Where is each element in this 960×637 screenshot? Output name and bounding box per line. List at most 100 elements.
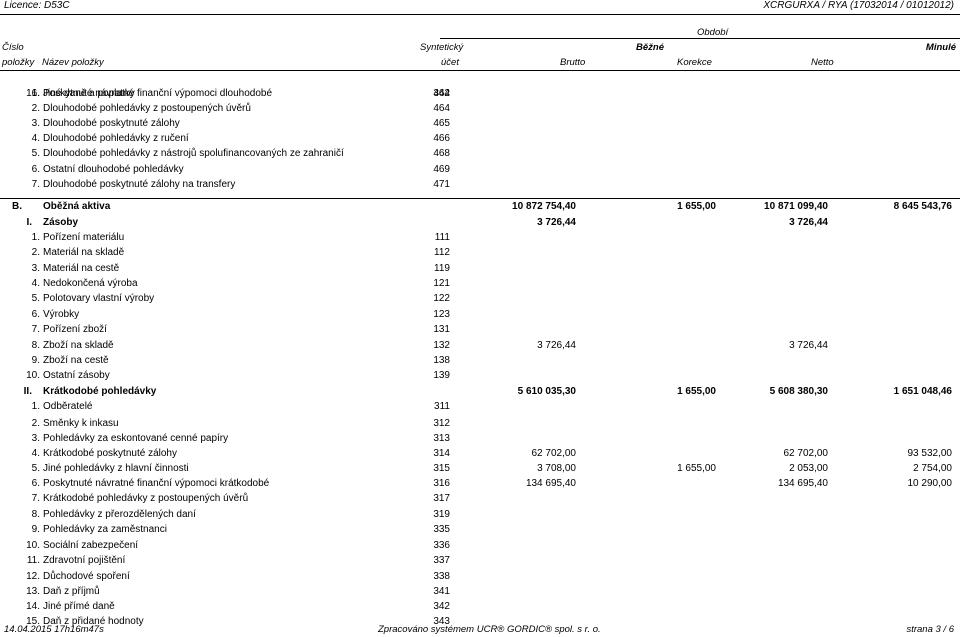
row-number: 4. bbox=[31, 278, 40, 289]
row-label: Zdravotní pojištění bbox=[43, 555, 126, 566]
row-label: Zásoby bbox=[43, 217, 79, 228]
row-label: Pohledávky za eskontované cenné papíry bbox=[43, 433, 229, 444]
row-account: 344 bbox=[433, 88, 450, 99]
row-account: 138 bbox=[433, 355, 450, 366]
row-number: 1. bbox=[31, 232, 40, 243]
row-number: 6. bbox=[31, 164, 40, 175]
row-label: Dlouhodobé pohledávky z postoupených úvě… bbox=[43, 103, 251, 114]
row-label: Ostatní dlouhodobé pohledávky bbox=[43, 164, 184, 175]
row-account: 319 bbox=[433, 509, 450, 520]
row-label: Pohledávky z přerozdělených daní bbox=[43, 509, 196, 520]
row-number: 3. bbox=[31, 118, 40, 129]
table-row: 6. Poskytnuté návratné finanční výpomoci … bbox=[0, 476, 960, 491]
row-account: 312 bbox=[433, 418, 450, 429]
row-label: Dlouhodobé poskytnuté zálohy na transfer… bbox=[43, 179, 236, 190]
table-row: 10. Sociální zabezpečení 336 bbox=[0, 538, 960, 553]
report-id: XCRGURXA / RYA (17032014 / 01012012) bbox=[763, 0, 954, 11]
row-brutto: 134 695,40 bbox=[525, 478, 576, 489]
row-label: Oběžná aktiva bbox=[43, 201, 111, 212]
row-korekce: 1 655,00 bbox=[677, 463, 716, 474]
table-row: 5. Dlouhodobé pohledávky z nástrojů spolu… bbox=[0, 146, 960, 161]
table-row: 3. Materiál na cestě 119 bbox=[0, 261, 960, 276]
row-account: 471 bbox=[433, 179, 450, 190]
row-number: 14. bbox=[26, 601, 40, 612]
row-label: Materiál na cestě bbox=[43, 263, 120, 274]
column-header: Období Číslo Syntetický Běžné Minulé pol… bbox=[0, 22, 960, 71]
table-row: 7. Pořízení zboží 131 bbox=[0, 322, 960, 337]
row-number: 3. bbox=[31, 433, 40, 444]
table-row: 8. Zboží na skladě 132 3 726,44 3 726,44 bbox=[0, 338, 960, 353]
col-brutto: Brutto bbox=[560, 57, 586, 68]
col-polozky: položky bbox=[2, 57, 35, 68]
row-account: 119 bbox=[434, 263, 450, 274]
report-header: Licence: D53C XCRGURXA / RYA (17032014 /… bbox=[0, 0, 960, 15]
row-netto: 10 871 099,40 bbox=[764, 201, 828, 212]
table-row: II. Krátkodobé pohledávky 5 610 035,30 1 65… bbox=[0, 384, 960, 399]
row-number: II. bbox=[23, 386, 32, 397]
row-number: 11. bbox=[26, 555, 40, 566]
row-brutto: 3 726,44 bbox=[537, 340, 576, 351]
row-number: 8. bbox=[31, 340, 40, 351]
col-korekce: Korekce bbox=[677, 57, 712, 68]
row-label: Krátkodobé pohledávky bbox=[43, 386, 157, 397]
header-divider bbox=[440, 38, 960, 39]
col-obdobi: Období bbox=[697, 27, 729, 38]
row-number: 13. bbox=[26, 586, 40, 597]
col-minule: Minulé bbox=[925, 42, 956, 53]
table-row: 8. Pohledávky z přerozdělených daní 319 bbox=[0, 507, 960, 522]
licence-label: Licence: D53C bbox=[4, 0, 70, 11]
row-label: Jiné daně a poplatky bbox=[43, 88, 135, 99]
row-number: B. bbox=[12, 201, 22, 212]
row-korekce: 1 655,00 bbox=[677, 201, 716, 212]
row-label: Zboží na skladě bbox=[43, 340, 114, 351]
row-number: 2. bbox=[31, 418, 40, 429]
col-nazev: Název položky bbox=[42, 57, 104, 68]
row-account: 122 bbox=[433, 293, 450, 304]
row-number: 7. bbox=[31, 179, 40, 190]
row-netto: 62 702,00 bbox=[783, 448, 829, 459]
table-row: 2. Materiál na skladě 112 bbox=[0, 245, 960, 260]
section-divider bbox=[0, 198, 960, 199]
row-account: 469 bbox=[433, 164, 450, 175]
row-account: 338 bbox=[433, 571, 450, 582]
table-row: 6. Výrobky 123 bbox=[0, 307, 960, 322]
row-number: 2. bbox=[31, 103, 40, 114]
row-korekce: 1 655,00 bbox=[677, 386, 716, 397]
row-minule: 1 651 048,46 bbox=[893, 386, 952, 397]
row-number: 9. bbox=[31, 524, 40, 535]
table-row: 11. Zdravotní pojištění 337 bbox=[0, 553, 960, 568]
row-label: Krátkodobé pohledávky z postoupených úvě… bbox=[43, 493, 249, 504]
row-account: 314 bbox=[433, 448, 450, 459]
row-number: 5. bbox=[31, 293, 40, 304]
table-row: 14. Jiné přímé daně 342 bbox=[0, 599, 960, 614]
table-row: 7. Krátkodobé pohledávky z postoupených ú… bbox=[0, 491, 960, 506]
table-row: 6. Ostatní dlouhodobé pohledávky 469 bbox=[0, 162, 960, 177]
row-number: 2. bbox=[31, 247, 40, 258]
col-cislo: Číslo bbox=[2, 42, 24, 53]
row-account: 132 bbox=[433, 340, 450, 351]
footer-page: strana 3 / 6 bbox=[906, 624, 954, 635]
table-row: 4. Dlouhodobé pohledávky z ručení 466 bbox=[0, 131, 960, 146]
row-account: 466 bbox=[433, 133, 450, 144]
row-number: 4. bbox=[31, 448, 40, 459]
table-row: 16. Jiné daně a poplatky 344 bbox=[0, 86, 960, 101]
table-row: 9. Zboží na cestě 138 bbox=[0, 353, 960, 368]
table-row: 12. Důchodové spoření 338 bbox=[0, 569, 960, 584]
row-account: 335 bbox=[433, 524, 450, 535]
row-label: Odběratelé bbox=[43, 401, 93, 412]
table-row: 7. Dlouhodobé poskytnuté zálohy na transf… bbox=[0, 177, 960, 192]
col-bezne: Běžné bbox=[636, 42, 664, 53]
row-minule: 2 754,00 bbox=[913, 463, 952, 474]
row-account: 123 bbox=[433, 309, 450, 320]
col-synteticky: Syntetický bbox=[420, 42, 464, 53]
row-label: Nedokončená výroba bbox=[43, 278, 138, 289]
row-number: 5. bbox=[31, 463, 40, 474]
row-account: 468 bbox=[433, 148, 450, 159]
row-brutto: 3 726,44 bbox=[537, 217, 576, 228]
row-label: Daň z příjmů bbox=[43, 586, 100, 597]
row-netto: 3 726,44 bbox=[789, 340, 828, 351]
row-account: 336 bbox=[433, 540, 450, 551]
row-number: 4. bbox=[31, 133, 40, 144]
row-label: Zboží na cestě bbox=[43, 355, 109, 366]
row-label: Pohledávky za zaměstnanci bbox=[43, 524, 167, 535]
